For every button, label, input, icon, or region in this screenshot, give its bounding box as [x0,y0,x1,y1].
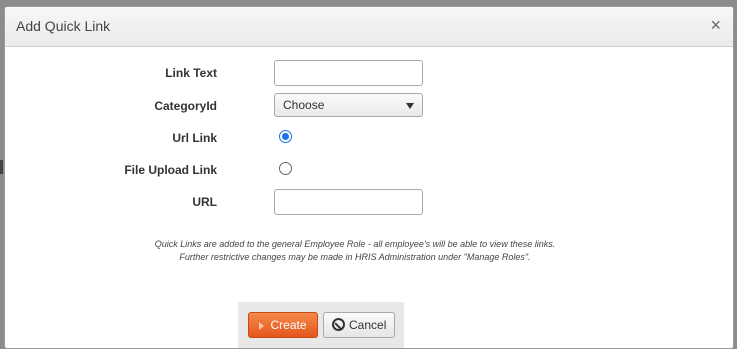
url-link-radio[interactable] [279,130,292,143]
link-text-label: Link Text [165,66,217,80]
category-label: CategoryId [154,99,217,113]
note-line-1: Quick Links are added to the general Emp… [154,239,556,249]
file-upload-radio[interactable] [279,162,292,175]
file-upload-label: File Upload Link [124,163,217,177]
url-link-row: Url Link [5,125,733,151]
category-select[interactable]: Choose [274,93,423,117]
url-label: URL [192,195,217,209]
link-text-input[interactable] [274,60,423,86]
add-quick-link-dialog: Add Quick Link × Link Text CategoryId Ch… [4,6,734,349]
cancel-button[interactable]: Cancel [323,312,395,338]
category-row: CategoryId Choose [5,93,733,119]
background-text-fragment [0,160,3,174]
link-text-row: Link Text [5,60,733,86]
url-input[interactable] [274,189,423,215]
dropdown-arrow-icon [406,103,414,109]
dialog-header: Add Quick Link × [5,7,733,47]
dialog-title: Add Quick Link [16,18,111,34]
url-row: URL [5,189,733,215]
quick-links-note: Quick Links are added to the general Emp… [5,238,705,264]
note-line-2: Further restrictive changes may be made … [179,252,531,262]
create-button-label: Create [270,318,307,332]
create-arrow-icon [259,321,265,330]
url-link-label: Url Link [172,131,217,145]
cancel-icon [332,318,345,331]
create-button[interactable]: Create [248,312,318,338]
category-selected-value: Choose [283,98,325,112]
cancel-button-label: Cancel [349,318,387,332]
file-upload-row: File Upload Link [5,157,733,183]
close-icon[interactable]: × [710,15,721,35]
dialog-footer: Create Cancel [238,302,404,348]
